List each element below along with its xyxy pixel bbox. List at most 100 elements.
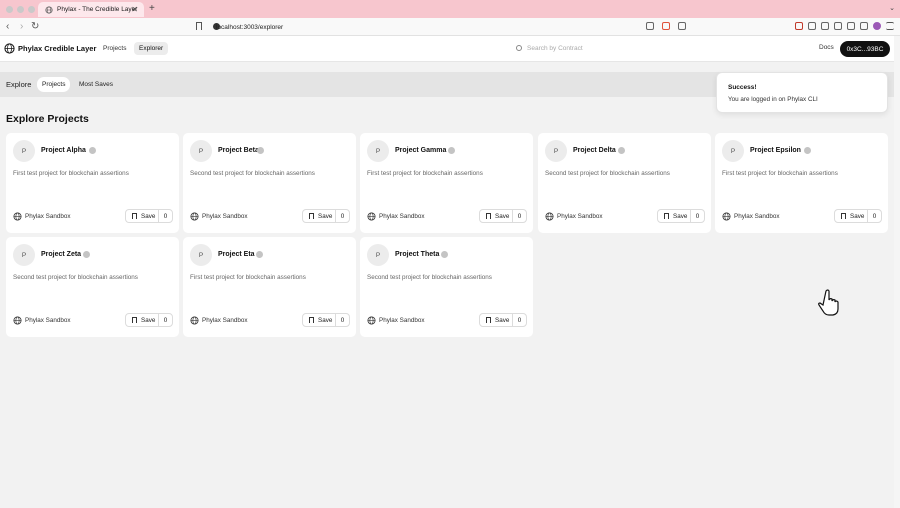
project-description: First test project for blockchain assert… [13,170,129,177]
globe-icon [13,316,22,325]
save-label: Save [495,212,510,220]
bookmark-icon [841,213,846,219]
verified-badge-icon [448,147,455,154]
save-label: Save [141,212,156,220]
phylax-logo-icon[interactable] [4,43,15,54]
network-label: Phylax Sandbox [557,213,603,220]
close-window-dot[interactable] [6,6,13,13]
nav-projects[interactable]: Projects [98,42,131,55]
save-count: 0 [158,210,172,222]
verified-badge-icon [804,147,811,154]
close-tab-icon[interactable]: ✕ [131,5,138,14]
docs-link[interactable]: Docs [819,44,834,51]
save-button[interactable]: Save 0 [125,209,173,223]
project-name[interactable]: Project Beta [218,147,259,154]
project-card[interactable]: P Project Delta Second test project for … [538,133,711,233]
share-icon[interactable] [646,22,654,30]
project-name[interactable]: Project Eta [218,251,255,258]
project-card[interactable]: P Project Gamma First test project for b… [360,133,533,233]
project-avatar: P [367,140,389,162]
project-description: Second test project for blockchain asser… [190,170,315,177]
forward-button[interactable]: › [20,21,23,32]
globe-icon [722,212,731,221]
avatar-letter: P [730,147,736,155]
project-name[interactable]: Project Alpha [41,147,86,154]
network-label: Phylax Sandbox [202,317,248,324]
new-tab-button[interactable]: + [149,3,155,14]
globe-icon [13,212,22,221]
bookmark-icon [309,317,314,323]
project-card[interactable]: P Project Epsilon First test project for… [715,133,888,233]
globe-icon [367,316,376,325]
address-bar[interactable]: localhost:3003/explorer [192,20,692,34]
filter-projects[interactable]: Projects [37,77,71,92]
extension-icon[interactable] [795,22,803,30]
project-name[interactable]: Project Epsilon [750,147,801,154]
project-name[interactable]: Project Gamma [395,147,446,154]
project-card[interactable]: P Project Zeta Second test project for b… [6,237,179,337]
project-avatar: P [545,140,567,162]
section-title: Explore [6,80,32,89]
bookmark-icon [664,213,669,219]
verified-badge-icon [89,147,96,154]
filter-most-saves[interactable]: Most Saves [74,77,118,92]
network-label: Phylax Sandbox [734,213,780,220]
wallet-address-button[interactable]: 0x3C...93BC [840,41,890,57]
reload-button[interactable]: ↻ [31,21,39,32]
globe-icon [367,212,376,221]
project-name[interactable]: Project Delta [573,147,616,154]
save-button[interactable]: Save 0 [479,209,527,223]
save-button[interactable]: Save 0 [302,209,350,223]
page-scrollbar[interactable] [894,36,900,508]
save-label: Save [495,316,510,324]
project-name[interactable]: Project Theta [395,251,439,258]
profile-avatar[interactable] [873,22,881,30]
project-name[interactable]: Project Zeta [41,251,81,258]
rewards-icon[interactable] [678,22,686,30]
project-description: First test project for blockchain assert… [190,274,306,281]
brave-shield-icon[interactable] [662,22,670,30]
search-input[interactable]: Search by Contract [512,42,808,55]
project-description: Second test project for blockchain asser… [545,170,670,177]
project-card[interactable]: P Project Alpha First test project for b… [6,133,179,233]
save-count: 0 [867,210,881,222]
avatar-letter: P [21,147,27,155]
save-button[interactable]: Save 0 [302,313,350,327]
save-button[interactable]: Save 0 [834,209,882,223]
network-label: Phylax Sandbox [25,317,71,324]
project-card[interactable]: P Project Theta Second test project for … [360,237,533,337]
avatar-letter: P [375,147,381,155]
search-placeholder: Search by Contract [527,45,583,52]
save-count: 0 [158,314,172,326]
avatar-letter: P [553,147,559,155]
nav-explorer[interactable]: Explorer [134,42,169,55]
project-card[interactable]: P Project Beta Second test project for b… [183,133,356,233]
project-card[interactable]: P Project Eta First test project for blo… [183,237,356,337]
back-button[interactable]: ‹ [6,21,9,32]
save-button[interactable]: Save 0 [479,313,527,327]
toast-message: You are logged in on Phylax CLI [728,96,818,103]
vpn-icon[interactable] [860,22,868,30]
network-label: Phylax Sandbox [379,213,425,220]
brand-name[interactable]: Phylax Credible Layer [18,44,96,53]
tab-list-chevron-icon[interactable]: ⌄ [889,4,895,12]
extension-icon[interactable] [808,22,816,30]
menu-icon[interactable] [886,22,894,30]
star-icon[interactable] [847,22,855,30]
globe-icon [545,212,554,221]
project-description: Second test project for blockchain asser… [13,274,138,281]
save-button[interactable]: Save 0 [657,209,705,223]
project-description: First test project for blockchain assert… [367,170,483,177]
verified-badge-icon [83,251,90,258]
project-avatar: P [13,140,35,162]
minimize-window-dot[interactable] [17,6,24,13]
wallet-icon[interactable] [834,22,842,30]
zoom-window-dot[interactable] [28,6,35,13]
browser-tab[interactable]: Phylax - The Credible Layer ✕ [38,2,144,17]
app-header: Phylax Credible Layer Projects Explorer … [0,36,900,62]
save-button[interactable]: Save 0 [125,313,173,327]
project-avatar: P [13,244,35,266]
sidebar-icon[interactable] [821,22,829,30]
save-count: 0 [512,314,526,326]
save-label: Save [850,212,865,220]
